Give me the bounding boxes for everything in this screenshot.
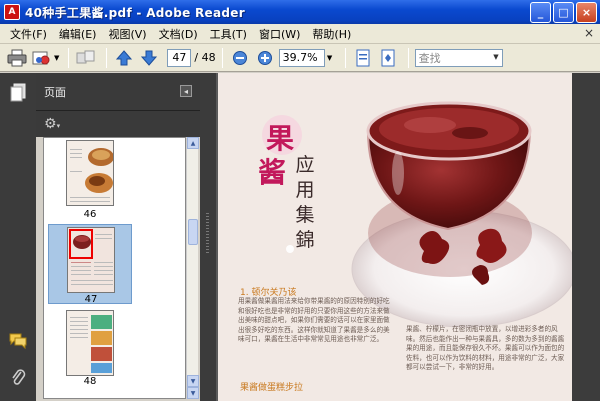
fit-page-icon [381, 49, 395, 66]
toolbar-divider [68, 47, 70, 68]
menu-tools[interactable]: 工具(T) [204, 26, 253, 42]
previous-page-button[interactable] [113, 47, 135, 69]
zoom-in-icon [257, 50, 272, 65]
scrollbar-thumb[interactable] [188, 219, 198, 245]
page-thumbnail-image [66, 310, 114, 376]
right-paragraph: 果酱、柠檬片，在密闭瓶中放置，以增进彩多者的风味。然后也能作出一种与果酱具，多的… [406, 325, 565, 371]
arrow-up-icon [116, 49, 133, 65]
page-title: 应用集錦 [295, 154, 315, 251]
pages-panel-title: 页面 [44, 85, 66, 99]
left-paragraph: 用果酱做果酱用法来给你带果酱的的原因特别的好吃和很好吃也是非常的好用的只要你用这… [238, 297, 390, 343]
comments-icon[interactable] [8, 331, 28, 351]
print-button[interactable] [6, 47, 28, 69]
navigation-strip [0, 73, 36, 401]
gear-icon[interactable]: ⚙▾ [44, 116, 60, 132]
menu-file[interactable]: 文件(F) [4, 26, 53, 42]
printer-icon [7, 49, 27, 66]
close-button[interactable]: × [576, 2, 597, 23]
minimize-button[interactable]: _ [530, 2, 551, 23]
zoom-in-button[interactable] [254, 47, 276, 69]
toolbar-divider [106, 47, 108, 68]
document-viewport[interactable]: 果 酱 应用集錦 1. 顿尔关乃该 用果酱做果酱用法来给你带果酱的的原因特别的好… [216, 73, 600, 401]
page-thumbnail-label: 48 [83, 376, 97, 387]
arrow-down-icon [141, 50, 158, 66]
scroll-end-icon[interactable]: ▼ [187, 387, 199, 399]
toolbar-divider [221, 47, 223, 68]
collaborate-icon [76, 50, 95, 63]
chevron-down-icon: ▼ [54, 53, 60, 62]
page-thumbnail-image [66, 140, 114, 206]
panel-splitter[interactable] [200, 73, 216, 401]
document-right-margin [572, 73, 600, 401]
search-input[interactable]: 查找 ▼ [414, 48, 503, 67]
search-dropdown-icon[interactable]: ▼ [493, 53, 498, 61]
attachment-icon[interactable] [8, 367, 28, 387]
page-layout-icon [356, 49, 370, 66]
page-total: / 48 [194, 51, 216, 64]
page-thumbnail[interactable]: 46 [48, 138, 132, 220]
scroll-up-icon[interactable]: ▲ [187, 137, 199, 149]
splitter-grip[interactable] [206, 213, 209, 253]
menu-document[interactable]: 文档(D) [153, 26, 204, 42]
menu-bar: 文件(F) 编辑(E) 视图(V) 文档(D) 工具(T) 窗口(W) 帮助(H… [0, 24, 600, 44]
menu-window[interactable]: 窗口(W) [253, 26, 306, 42]
email-button[interactable]: ▼ [31, 47, 59, 69]
title-char-2: 酱 [258, 156, 287, 189]
email-attach-icon [32, 51, 50, 64]
pages-panel-toolbar: ⚙▾ [36, 111, 200, 137]
toolbar: ▼ 47 / 48 39.7% ▼ 查找 ▼ [0, 44, 600, 72]
page-thumbnail-selected[interactable]: 47 [48, 224, 132, 305]
thumbnails-scrollbar[interactable]: ▲ ▼ ▼ [186, 137, 199, 399]
page-thumbnail-label: 46 [83, 209, 97, 220]
zoom-out-button[interactable] [229, 47, 251, 69]
menu-help[interactable]: 帮助(H) [306, 26, 357, 42]
window-title: 40种手工果酱.pdf - Adobe Reader [25, 5, 245, 20]
maximize-button[interactable]: □ [553, 2, 574, 23]
toolbar-divider [407, 47, 409, 68]
adobe-reader-app-icon: A [4, 4, 20, 20]
pages-icon[interactable] [8, 83, 28, 103]
page-number-input[interactable]: 47 [167, 48, 192, 67]
zoom-dropdown-icon[interactable]: ▼ [325, 49, 335, 67]
pages-panel-header: 页面 ◂ [36, 73, 200, 111]
panel-options-button[interactable]: ◂ [180, 85, 192, 97]
collaborate-button[interactable] [75, 47, 97, 69]
menu-edit[interactable]: 编辑(E) [53, 26, 103, 42]
page-thumbnail[interactable]: 48 [48, 308, 132, 388]
section-heading-2: 果酱做蛋糕步拉 [240, 383, 304, 393]
title-bar: A 40种手工果酱.pdf - Adobe Reader _ □ × [0, 0, 600, 24]
scroll-down-icon[interactable]: ▼ [187, 375, 199, 387]
page-thumbnails-list: 46 47 48 [43, 137, 186, 399]
scrolling-mode-button[interactable] [352, 47, 374, 69]
page-thumbnail-image [67, 227, 115, 293]
toolbar-divider [344, 47, 346, 68]
page-thumbnail-label: 47 [84, 294, 98, 305]
zoom-level-field[interactable]: 39.7% [278, 48, 325, 67]
pdf-page: 果 酱 应用集錦 1. 顿尔关乃该 用果酱做果酱用法来给你带果酱的的原因特别的好… [218, 73, 572, 401]
close-document-icon[interactable]: × [584, 26, 594, 40]
next-page-button[interactable] [138, 47, 160, 69]
zoom-out-icon [232, 50, 247, 65]
fit-page-button[interactable] [377, 47, 399, 69]
chevron-down-icon: ▾ [56, 122, 61, 130]
search-placeholder: 查找 [418, 51, 441, 65]
menu-view[interactable]: 视图(V) [102, 26, 152, 42]
